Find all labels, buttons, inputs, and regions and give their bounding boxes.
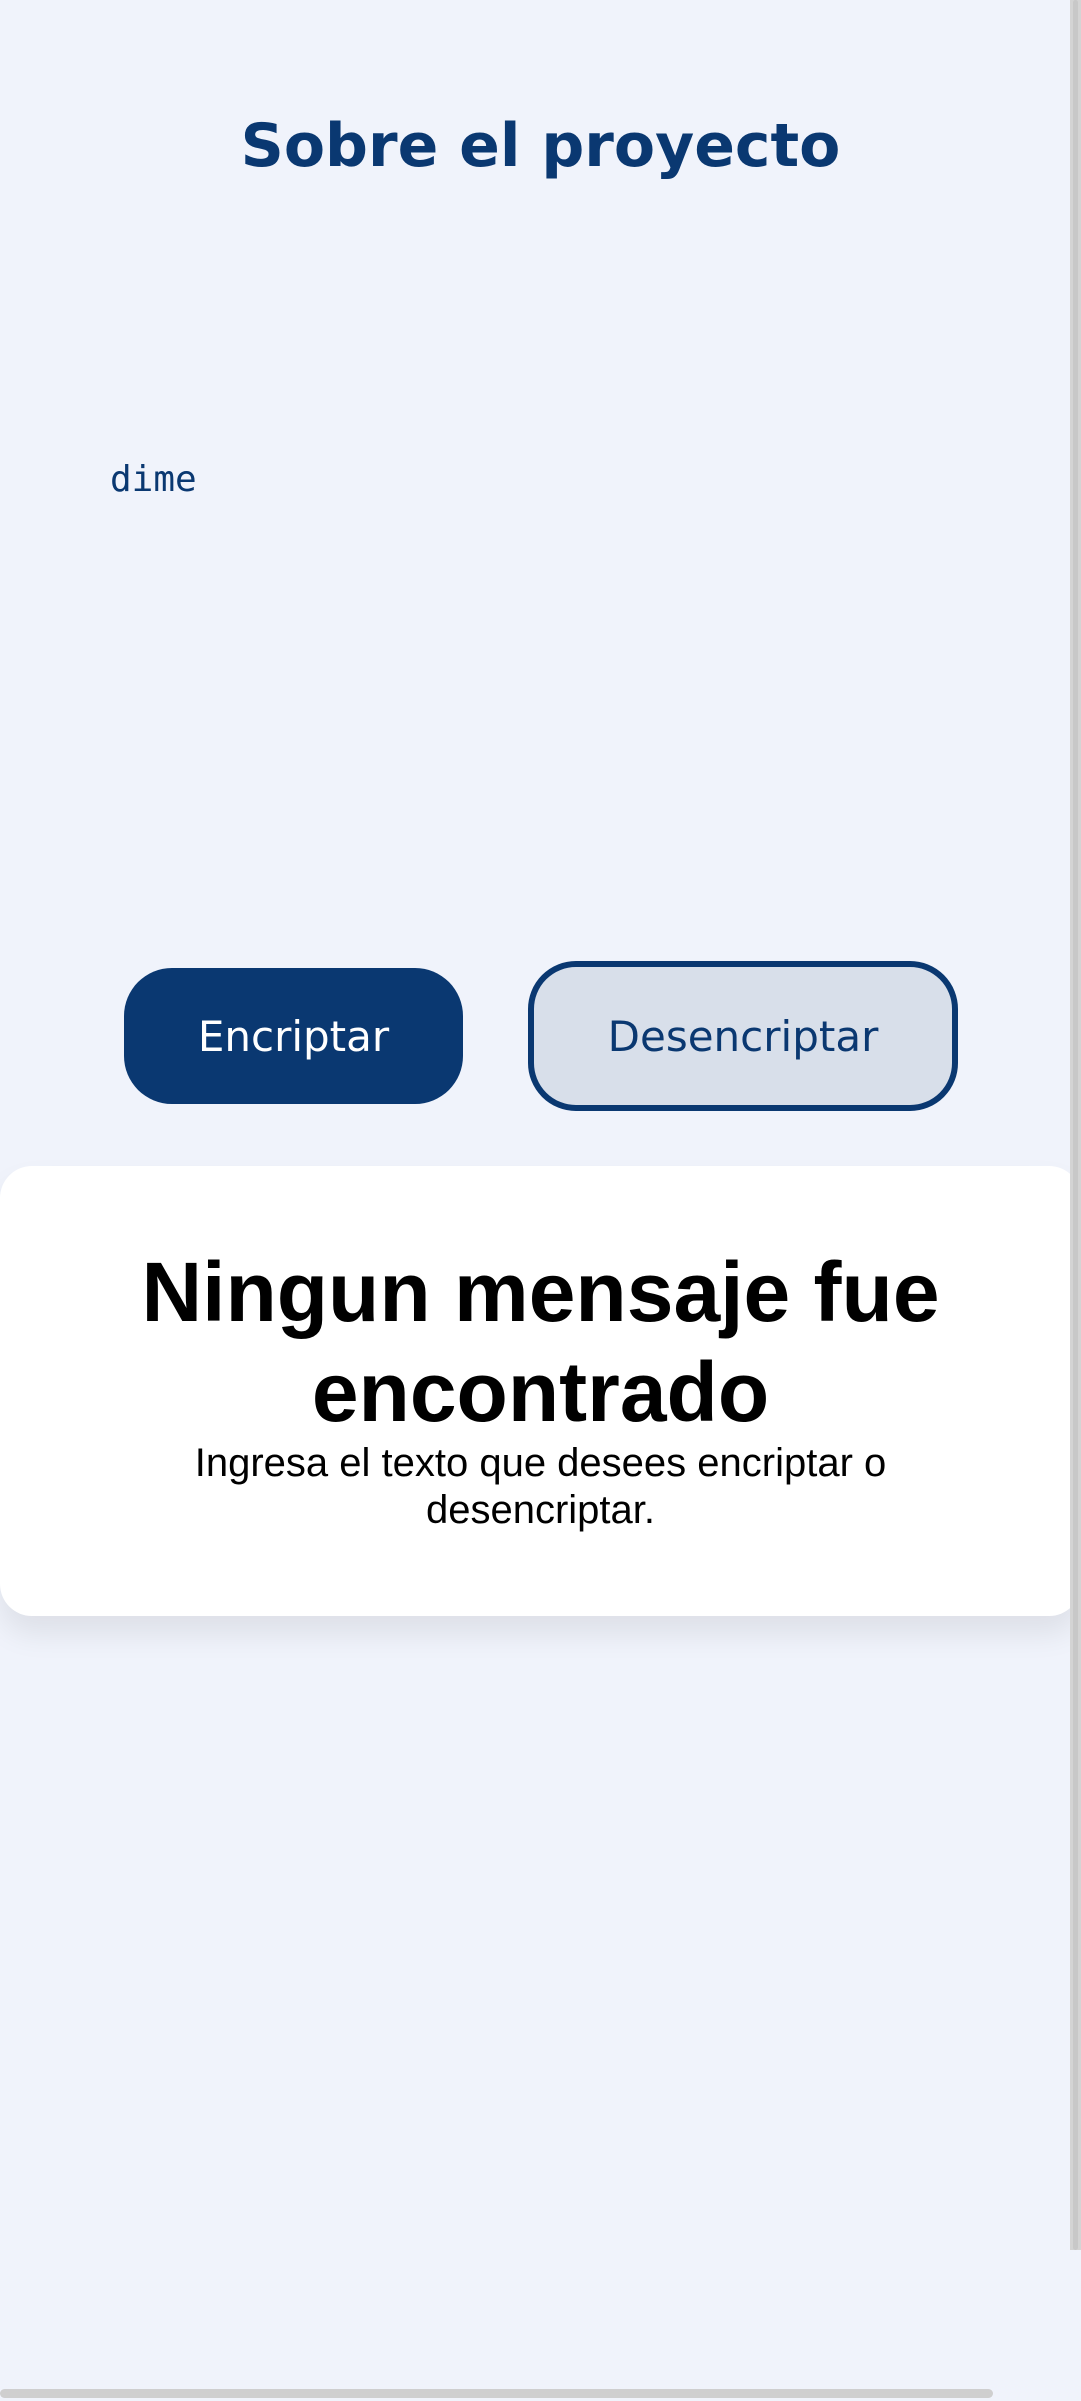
result-card: Ningun mensaje fue encontrado Ingresa el… <box>0 1166 1081 1616</box>
vertical-scrollbar-thumb[interactable] <box>1073 0 1078 2250</box>
result-title: Ningun mensaje fue encontrado <box>141 1245 940 1439</box>
decrypt-button[interactable]: Desencriptar <box>528 961 958 1111</box>
message-input[interactable]: dime <box>110 450 980 890</box>
encrypt-button[interactable]: Encriptar <box>124 968 463 1104</box>
vertical-scrollbar[interactable] <box>1070 0 1081 2250</box>
result-text: Ingresa el texto que desees encriptar o … <box>194 1441 887 1532</box>
horizontal-scrollbar[interactable] <box>0 2389 993 2398</box>
page-title: Sobre el proyecto <box>240 111 841 181</box>
